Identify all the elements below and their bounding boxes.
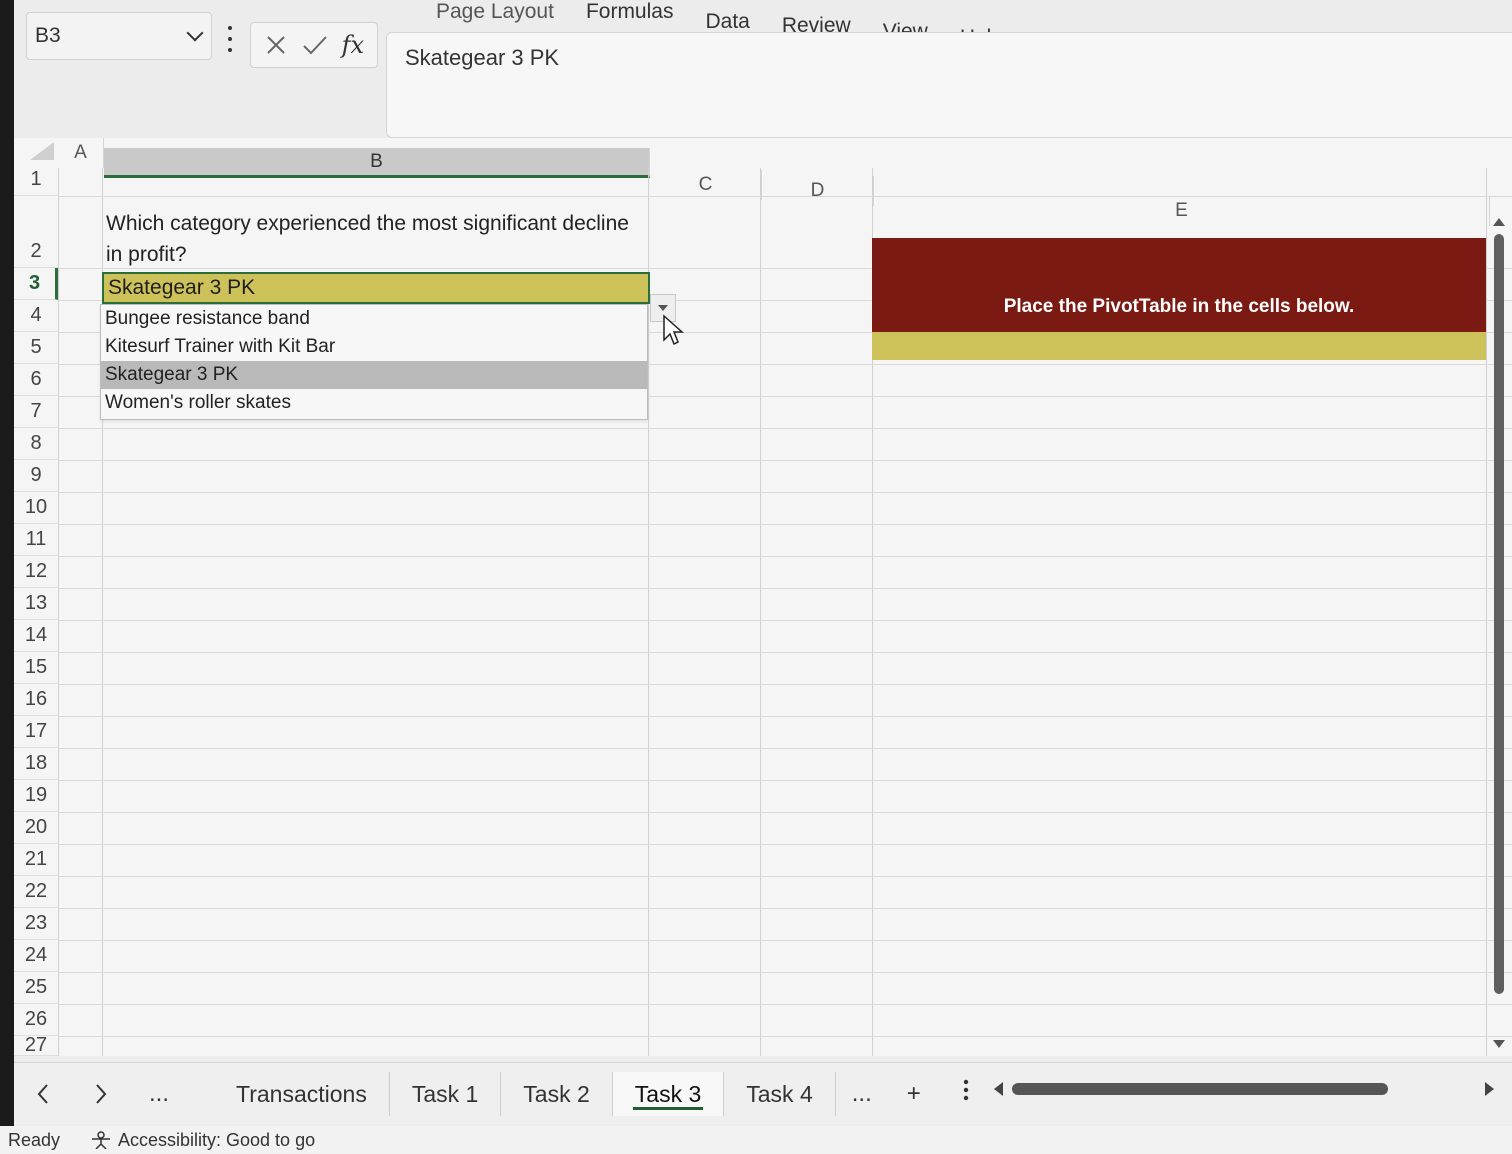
insert-function-button[interactable]: fx [342,31,364,59]
sheet-options-icon[interactable] [940,1079,992,1108]
row-header[interactable]: 1 [14,164,58,196]
enter-icon[interactable] [302,34,328,56]
row-header[interactable]: 20 [14,812,58,844]
scroll-left-icon[interactable] [994,1082,1003,1096]
formula-bar[interactable]: Skategear 3 PK [386,32,1512,138]
previous-sheet-button[interactable] [14,1074,72,1114]
scroll-right-icon[interactable] [1485,1082,1494,1096]
sheet-tab-task-4[interactable]: Task 4 [724,1071,836,1116]
sheet-tab-task-3[interactable]: Task 3 [612,1071,725,1116]
row-header[interactable]: 23 [14,908,58,940]
horizontal-scrollbar[interactable] [994,1077,1494,1101]
horizontal-scroll-thumb[interactable] [1012,1083,1388,1095]
status-bar: Ready Accessibility: Good to go [0,1126,1512,1154]
row-header[interactable]: 6 [14,364,58,396]
tab-formulas[interactable]: Formulas [570,0,690,36]
row-header[interactable]: 15 [14,652,58,684]
vertical-scroll-thumb[interactable] [1494,234,1504,994]
chevron-down-icon [658,305,668,311]
row-header[interactable]: 12 [14,556,58,588]
accessibility-status[interactable]: Accessibility: Good to go [90,1130,315,1151]
gridline [760,168,761,1056]
select-all-button[interactable] [30,142,54,160]
column-header-a[interactable]: A [58,138,104,168]
accessibility-icon [92,1131,110,1149]
worksheet-grid: A B C D E 1 2 3 4 5 6 7 8 9 10 11 12 13 … [14,138,1512,1056]
row-header-selected[interactable]: 3 [14,268,58,300]
row-header[interactable]: 19 [14,780,58,812]
status-ready: Ready [8,1129,61,1150]
tab-page-layout[interactable]: Page Layout [420,0,570,36]
gridline [58,168,59,1056]
row-header[interactable]: 17 [14,716,58,748]
row-header[interactable]: 13 [14,588,58,620]
dropdown-option[interactable]: Kitesurf Trainer with Kit Bar [101,333,647,361]
mouse-cursor-icon [663,314,684,346]
vertical-scrollbar[interactable] [1492,218,1506,1048]
screen-bezel [0,0,14,1154]
formula-controls: fx [250,22,378,68]
more-tabs-button[interactable]: ... [836,1080,888,1108]
validation-dropdown-list: Bungee resistance band Kitesurf Trainer … [100,304,648,420]
sheet-tab-bar: ... Transactions Task 1 Task 2 Task 3 Ta… [14,1062,1512,1124]
gridline [1486,168,1487,1056]
chevron-right-icon [96,1083,107,1104]
more-sheets-button[interactable]: ... [130,1074,188,1114]
dropdown-option-highlighted[interactable]: Skategear 3 PK [101,361,647,389]
row-header[interactable]: 27 [14,1034,58,1056]
row-header[interactable]: 14 [14,620,58,652]
dropdown-option[interactable]: Bungee resistance band [101,305,647,333]
row-header[interactable]: 21 [14,844,58,876]
dropdown-option[interactable]: Women's roller skates [101,389,647,417]
name-box-value: B3 [35,24,61,47]
next-sheet-button[interactable] [72,1074,130,1114]
row-header[interactable]: 25 [14,972,58,1004]
row-header[interactable]: 2 [14,196,58,268]
more-options-icon[interactable] [226,26,234,52]
scroll-up-icon[interactable] [1493,218,1505,226]
chevron-down-icon[interactable] [186,24,204,42]
cell-b2-question[interactable]: Which category experienced the most sign… [106,208,646,270]
row-header[interactable]: 24 [14,940,58,972]
scroll-down-icon[interactable] [1493,1040,1505,1048]
row-header[interactable]: 7 [14,396,58,428]
row-header[interactable]: 10 [14,492,58,524]
pivot-instruction-text: Place the PivotTable in the cells below. [1003,296,1355,317]
formula-bar-value: Skategear 3 PK [405,45,560,70]
ribbon-tabs: Page Layout Formulas Data Review View He… [420,0,1019,49]
sheet-tab-transactions[interactable]: Transactions [214,1071,390,1116]
column-header-e[interactable]: E [874,196,1490,226]
row-header[interactable]: 8 [14,428,58,460]
column-header-d[interactable]: D [762,176,874,206]
row-header[interactable]: 4 [14,300,58,332]
name-box[interactable]: B3 [26,12,212,60]
row-header[interactable]: 26 [14,1004,58,1036]
row-header[interactable]: 18 [14,748,58,780]
accessibility-status-text: Accessibility: Good to go [118,1129,316,1150]
sheet-tab-task-2[interactable]: Task 2 [501,1071,613,1116]
row-header[interactable]: 16 [14,684,58,716]
column-header-b[interactable]: B [104,148,650,178]
cell-b3-answer[interactable]: Skategear 3 PK [102,272,650,304]
add-sheet-button[interactable]: + [888,1080,940,1108]
row-header[interactable]: 5 [14,332,58,364]
chevron-left-icon [37,1083,48,1104]
row-header[interactable]: 9 [14,460,58,492]
row-header[interactable]: 22 [14,876,58,908]
pivot-instruction-banner: Place the PivotTable in the cells below. [872,238,1486,332]
row-header[interactable]: 11 [14,524,58,556]
sheet-tab-task-1[interactable]: Task 1 [390,1071,502,1116]
pivot-target-row[interactable] [872,332,1486,360]
cancel-icon[interactable] [264,33,288,57]
